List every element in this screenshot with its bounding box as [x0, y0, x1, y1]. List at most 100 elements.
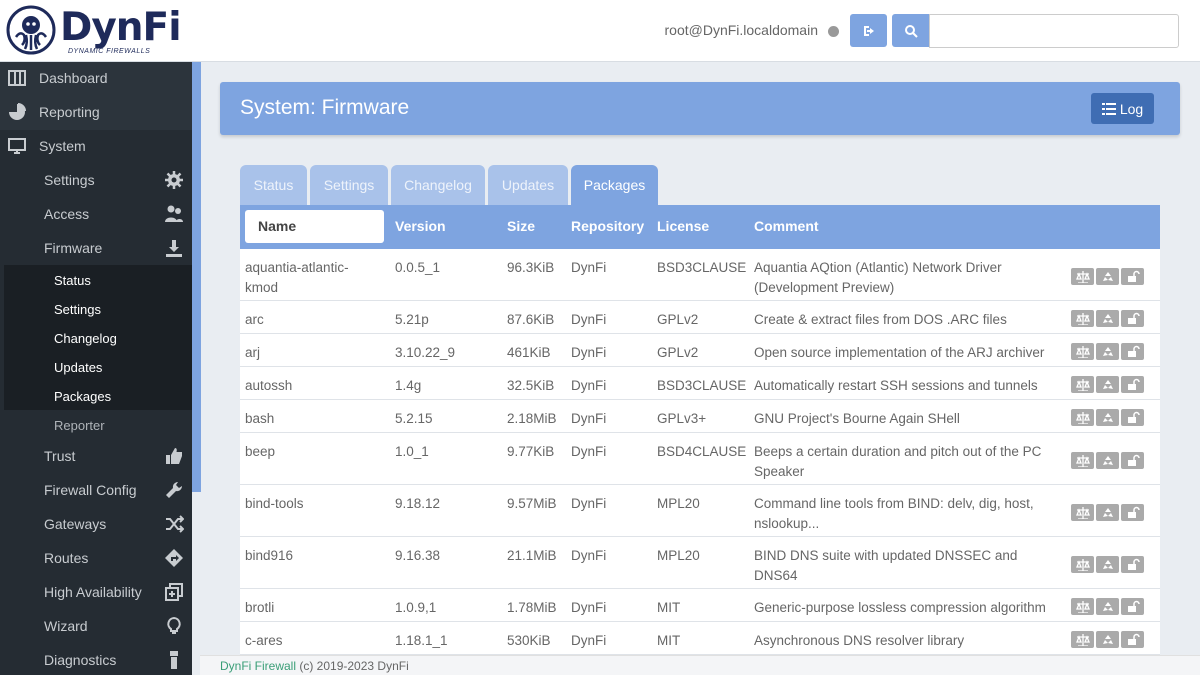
flashlight-icon [170, 651, 178, 669]
sidebar-item-dashboard[interactable]: Dashboard [0, 61, 192, 95]
unlock-icon [1127, 633, 1140, 645]
lock-button[interactable] [1121, 376, 1144, 393]
license-button[interactable] [1071, 556, 1094, 573]
column-repository[interactable]: Repository [571, 218, 644, 234]
version-cell-line: 1.0.9,1 [395, 600, 437, 615]
lock-button[interactable] [1121, 409, 1144, 426]
sidebar-item-settings[interactable]: Settings [0, 163, 192, 197]
comment-cell-line: Aquantia AQtion (Atlantic) Network Drive… [754, 260, 1002, 275]
tab-changelog[interactable]: Changelog [391, 165, 485, 205]
reinstall-button[interactable] [1096, 376, 1119, 393]
log-button[interactable]: Log [1091, 93, 1154, 124]
version-cell-line: 5.21p [395, 312, 429, 327]
comment-cell-line: Asynchronous DNS resolver library [754, 633, 965, 648]
recycle-icon [1102, 456, 1113, 465]
sidebar-item-gateways[interactable]: Gateways [0, 507, 192, 541]
license-button[interactable] [1071, 376, 1094, 393]
license-button[interactable] [1071, 343, 1094, 360]
license-cell-line: BSD3CLAUSE [657, 260, 747, 275]
sidebar-item-firmware-changelog[interactable]: Changelog [54, 324, 117, 353]
license-cell: BSD4CLAUSE [657, 442, 746, 462]
sidebar-item-system[interactable]: System [0, 129, 192, 163]
repository-cell: DynFi [571, 343, 606, 363]
reinstall-button[interactable] [1096, 556, 1119, 573]
reinstall-button[interactable] [1096, 631, 1119, 648]
license-button[interactable] [1071, 504, 1094, 521]
version-cell: 3.10.22_9 [395, 343, 455, 363]
version-cell: 0.0.5_1 [395, 258, 440, 278]
tab-packages[interactable]: Packages [571, 165, 658, 205]
sidebar-item-firmware-status[interactable]: Status [54, 266, 91, 295]
lock-button[interactable] [1121, 504, 1144, 521]
signout-button[interactable] [850, 14, 887, 47]
reinstall-button[interactable] [1096, 343, 1119, 360]
column-version[interactable]: Version [395, 218, 446, 234]
tab-status[interactable]: Status [240, 165, 307, 205]
repository-cell: DynFi [571, 546, 606, 566]
comment-cell-line: Beeps a certain duration and pitch out o… [754, 444, 1042, 459]
gear-icon [165, 171, 183, 189]
unlock-icon [1127, 600, 1140, 612]
sidebar-item-firmware-packages[interactable]: Packages [54, 382, 111, 411]
repository-cell-line: DynFi [571, 345, 607, 360]
sidebar-item-firmware-reporter[interactable]: Reporter [54, 411, 105, 440]
version-cell-line: 1.0_1 [395, 444, 429, 459]
lock-button[interactable] [1121, 452, 1144, 469]
license-button[interactable] [1071, 452, 1094, 469]
column-license[interactable]: License [657, 218, 709, 234]
lock-button[interactable] [1121, 598, 1144, 615]
lightbulb-icon [167, 616, 181, 634]
reinstall-button[interactable] [1096, 409, 1119, 426]
logo[interactable]: DynFi DYNAMIC FIREWALLS [6, 5, 182, 59]
lock-button[interactable] [1121, 268, 1144, 285]
name-filter-input[interactable]: Name [245, 210, 384, 243]
search-button[interactable] [892, 14, 929, 47]
unlock-icon [1127, 270, 1140, 282]
sidebar-item-trust[interactable]: Trust [0, 439, 192, 473]
table-row: arj 3.10.22_9 461KiB DynFi GPLv2 Open source … [240, 335, 1160, 367]
name-cell: arc [245, 310, 264, 330]
sidebar-item-firewall-config[interactable]: Firewall Config [0, 473, 192, 507]
tab-settings[interactable]: Settings [310, 165, 388, 205]
comment-cell-line: Automatically restart SSH sessions and t… [754, 378, 1038, 393]
repository-cell-line: DynFi [571, 260, 607, 275]
sidebar-item-firmware-updates[interactable]: Updates [54, 353, 102, 382]
search-input[interactable] [929, 14, 1179, 48]
reinstall-button[interactable] [1096, 504, 1119, 521]
lock-button[interactable] [1121, 310, 1144, 327]
version-cell-line: 0.0.5_1 [395, 260, 441, 275]
name-cell-line: arj [245, 345, 261, 360]
comment-cell-line: GNU Project's Bourne Again SHell [754, 411, 960, 426]
license-button[interactable] [1071, 631, 1094, 648]
sidebar-item-firmware-settings[interactable]: Settings [54, 295, 101, 324]
license-button[interactable] [1071, 268, 1094, 285]
footer-link[interactable]: DynFi Firewall [220, 659, 296, 673]
reinstall-button[interactable] [1096, 310, 1119, 327]
license-button[interactable] [1071, 310, 1094, 327]
lock-button[interactable] [1121, 631, 1144, 648]
license-button[interactable] [1071, 598, 1094, 615]
tab-updates[interactable]: Updates [488, 165, 568, 205]
version-cell: 9.16.38 [395, 546, 440, 566]
column-comment[interactable]: Comment [754, 218, 819, 234]
size-cell-line: 9.57MiB [507, 496, 557, 511]
sidebar-item-wizard[interactable]: Wizard [0, 609, 192, 643]
reinstall-button[interactable] [1096, 598, 1119, 615]
sidebar-item-routes[interactable]: Routes [0, 541, 192, 575]
scale-icon [1075, 412, 1090, 424]
reinstall-button[interactable] [1096, 268, 1119, 285]
sidebar-item-reporting[interactable]: Reporting [0, 95, 192, 129]
sidebar-item-diagnostics[interactable]: Diagnostics [0, 643, 192, 675]
name-cell-line: beep [245, 444, 276, 459]
size-cell: 2.18MiB [507, 409, 557, 429]
lock-button[interactable] [1121, 343, 1144, 360]
lock-button[interactable] [1121, 556, 1144, 573]
sidebar-item-firmware[interactable]: Firmware [0, 231, 192, 265]
sidebar-item-high-availability[interactable]: High Availability [0, 575, 192, 609]
column-size[interactable]: Size [507, 218, 535, 234]
page-title: System: Firmware [240, 96, 410, 119]
user-name[interactable]: root@DynFi.localdomain [665, 22, 819, 38]
sidebar-item-access[interactable]: Access [0, 197, 192, 231]
license-button[interactable] [1071, 409, 1094, 426]
reinstall-button[interactable] [1096, 452, 1119, 469]
